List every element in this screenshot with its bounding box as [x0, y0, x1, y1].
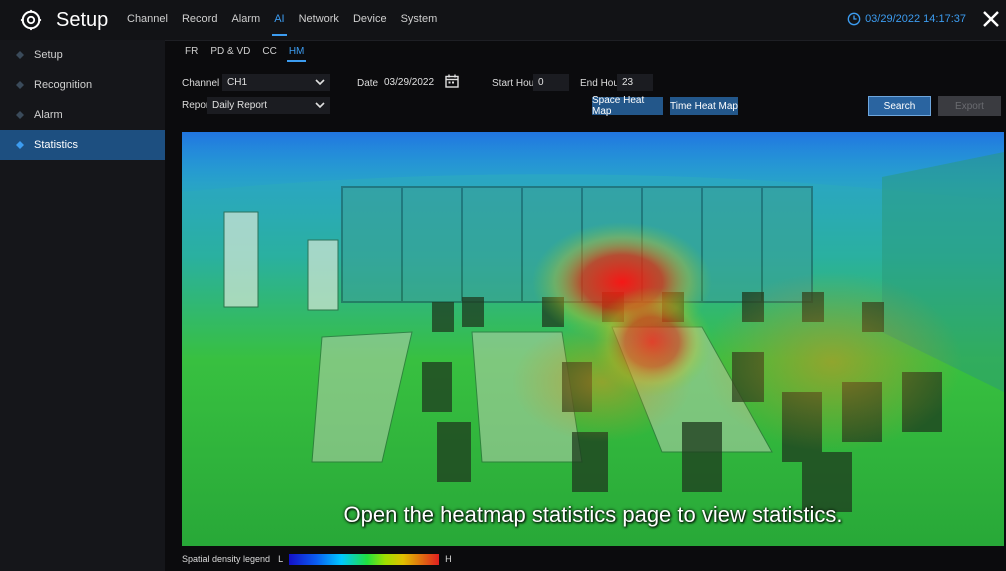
menu-network[interactable]: Network — [292, 0, 346, 40]
gear-icon — [20, 9, 42, 31]
close-icon[interactable] — [980, 8, 1002, 30]
heatmap-image: Open the heatmap statistics page to view… — [182, 132, 1004, 546]
legend-low: L — [278, 554, 284, 564]
end-hour-input[interactable]: 23 — [617, 74, 653, 91]
chevron-down-icon — [315, 102, 325, 109]
diamond-icon — [16, 51, 24, 59]
end-hour-value: 23 — [622, 77, 634, 88]
sub-tabs: FR PD & VD CC HM — [179, 42, 310, 63]
channel-label: Channel — [182, 78, 220, 89]
date-value: 03/29/2022 — [384, 77, 435, 88]
sidebar-item-statistics[interactable]: Statistics — [0, 130, 165, 160]
datetime-display: 03/29/2022 14:17:37 — [847, 12, 966, 26]
main-menu: Channel Record Alarm AI Network Device S… — [120, 0, 444, 40]
menu-record[interactable]: Record — [175, 0, 224, 40]
top-bar: Setup Channel Record Alarm AI Network De… — [0, 0, 1006, 41]
tab-fr[interactable]: FR — [179, 42, 204, 63]
sidebar-item-label: Alarm — [34, 109, 63, 121]
diamond-icon — [16, 81, 24, 89]
menu-alarm[interactable]: Alarm — [224, 0, 267, 40]
menu-channel[interactable]: Channel — [120, 0, 175, 40]
diamond-icon — [16, 111, 24, 119]
legend-high: H — [445, 554, 452, 564]
sidebar: Setup Recognition Alarm Statistics — [0, 40, 165, 571]
sidebar-item-label: Setup — [34, 49, 63, 61]
chevron-down-icon — [315, 79, 325, 86]
channel-select[interactable]: CH1 — [222, 74, 330, 91]
tab-hm[interactable]: HM — [283, 42, 311, 63]
space-heat-map-button[interactable]: Space Heat Map — [592, 95, 663, 117]
tab-pd-vd[interactable]: PD & VD — [204, 42, 256, 63]
menu-device[interactable]: Device — [346, 0, 394, 40]
search-button[interactable]: Search — [868, 96, 931, 116]
end-hour-label: End Hour — [580, 78, 623, 89]
datetime-text: 03/29/2022 14:17:37 — [865, 13, 966, 25]
heatmap-scene — [182, 132, 1004, 546]
start-hour-label: Start Hour — [492, 78, 538, 89]
sidebar-item-alarm[interactable]: Alarm — [0, 100, 165, 130]
start-hour-input[interactable]: 0 — [533, 74, 569, 91]
report-type-select[interactable]: Daily Report — [207, 97, 330, 114]
main-content: FR PD & VD CC HM Channel CH1 Date 03/29/… — [165, 40, 1006, 571]
report-type-value: Daily Report — [212, 100, 268, 111]
brand: Setup — [20, 8, 108, 32]
menu-system[interactable]: System — [394, 0, 445, 40]
sidebar-item-setup[interactable]: Setup — [0, 40, 165, 70]
page-title: Setup — [56, 8, 109, 31]
sidebar-item-label: Recognition — [34, 79, 93, 91]
export-button[interactable]: Export — [938, 96, 1001, 116]
channel-value: CH1 — [227, 77, 248, 88]
legend-gradient-bar — [289, 553, 440, 565]
start-hour-value: 0 — [538, 77, 544, 88]
sidebar-item-label: Statistics — [34, 139, 79, 151]
menu-ai[interactable]: AI — [267, 0, 291, 40]
tab-cc[interactable]: CC — [256, 42, 282, 63]
calendar-icon[interactable] — [445, 74, 459, 88]
legend-label: Spatial density legend — [182, 554, 271, 564]
diamond-icon — [16, 141, 24, 149]
video-caption: Open the heatmap statistics page to view… — [343, 502, 843, 527]
date-label: Date — [357, 78, 379, 89]
clock-icon — [847, 12, 861, 26]
sidebar-item-recognition[interactable]: Recognition — [0, 70, 165, 100]
density-legend: Spatial density legend L H — [182, 552, 452, 566]
time-heat-map-button[interactable]: Time Heat Map — [670, 97, 738, 115]
